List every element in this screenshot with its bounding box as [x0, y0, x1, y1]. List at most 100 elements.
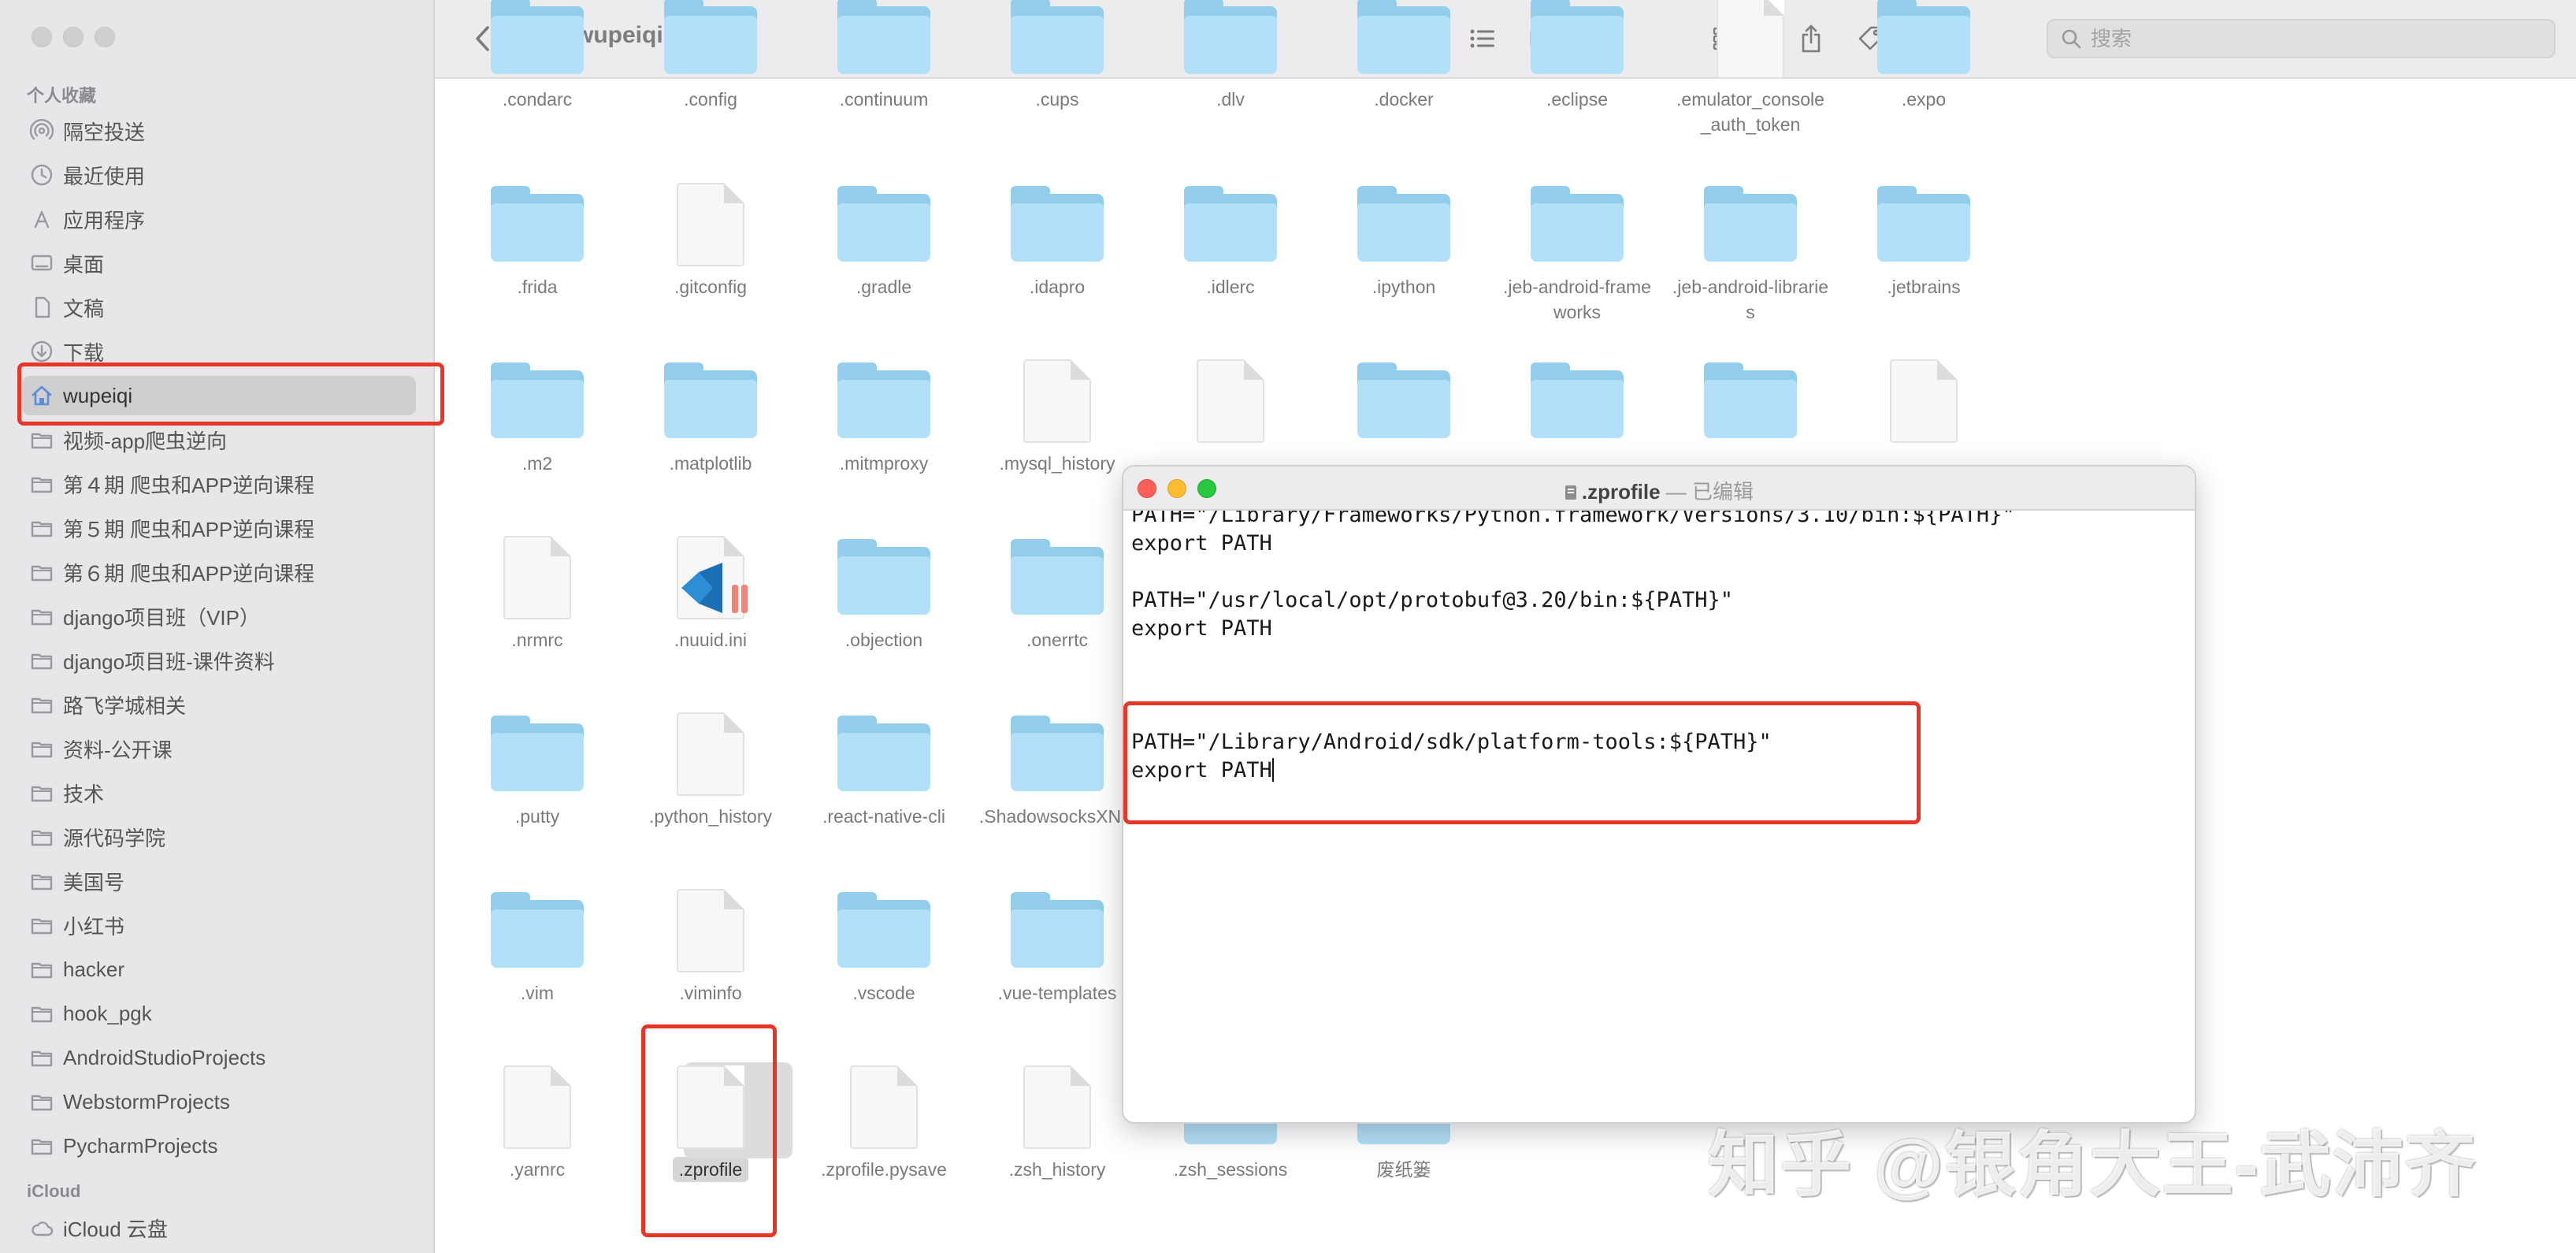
file-item[interactable]: .nrmrc	[458, 533, 616, 653]
sidebar-item[interactable]: 技术	[22, 773, 416, 812]
file-item[interactable]: .nuuid.ini	[632, 533, 789, 653]
file-item[interactable]: .mysql_history	[978, 356, 1136, 476]
folder-item[interactable]: .matplotlib	[632, 356, 789, 476]
folder-item[interactable]: .vscode	[805, 886, 963, 1006]
folder-item[interactable]: .dlv	[1152, 0, 1309, 112]
folder-icon	[30, 737, 54, 760]
sidebar-item[interactable]: 资料-公开课	[22, 729, 416, 768]
folder-item[interactable]: .vue-templates	[978, 886, 1136, 1006]
folder-item[interactable]: .ShadowsocksXNG	[978, 709, 1136, 829]
sidebar-item[interactable]: 美国号	[22, 861, 416, 901]
file-item[interactable]: .zsh_history	[978, 1062, 1136, 1182]
search-input[interactable]	[2089, 25, 2533, 52]
sidebar-item[interactable]: 第４期 爬虫和APP逆向课程	[22, 464, 416, 504]
file-item[interactable]: .viminfo	[632, 886, 789, 1006]
folder-icon	[1873, 180, 1975, 268]
file-name-label: .expo	[1845, 87, 2003, 112]
sidebar-item[interactable]: 小红书	[22, 905, 416, 945]
file-name-text: .dlv	[1216, 89, 1245, 110]
zoom-button[interactable]	[95, 27, 115, 47]
folder-icon	[30, 693, 54, 716]
folder-item[interactable]: .config	[632, 0, 789, 112]
file-name-text: .jeb-android-libraries	[1672, 277, 1829, 322]
folder-item[interactable]: .jetbrains	[1845, 180, 2003, 299]
file-name-text: .putty	[514, 806, 560, 827]
sidebar-item[interactable]: hook_pgk	[22, 994, 416, 1033]
folder-item[interactable]: .jeb-android-libraries	[1672, 180, 1829, 325]
folder-item[interactable]: .vim	[458, 886, 616, 1006]
sidebar-item[interactable]: hacker	[22, 950, 416, 989]
folder-item[interactable]: .docker	[1325, 0, 1483, 112]
folder-item[interactable]	[1325, 356, 1483, 444]
sidebar-item[interactable]: 应用程序	[22, 199, 416, 239]
file-item[interactable]: .python_history	[632, 709, 789, 829]
sidebar-item[interactable]: django项目班（VIP）	[22, 597, 416, 636]
close-button[interactable]	[32, 27, 52, 47]
file-name-text: .objection	[844, 630, 923, 650]
sidebar-item[interactable]: 最近使用	[22, 155, 416, 195]
folder-item[interactable]: .onerrtc	[978, 533, 1136, 653]
folder-item[interactable]: .condarc	[458, 0, 616, 112]
search-field[interactable]	[2047, 19, 2556, 58]
sidebar-item[interactable]: AndroidStudioProjects	[22, 1038, 416, 1077]
sidebar-item[interactable]: django项目班-课件资料	[22, 641, 416, 680]
sidebar-item-label: AndroidStudioProjects	[63, 1045, 266, 1069]
folder-item[interactable]: .objection	[805, 533, 963, 653]
file-item[interactable]: .yarnrc	[458, 1062, 616, 1182]
sidebar-item[interactable]: 文稿	[22, 288, 416, 327]
folder-icon	[30, 1134, 54, 1158]
folder-icon	[1179, 180, 1282, 268]
file-name-label: .zprofile.pysave	[805, 1157, 963, 1182]
folder-item[interactable]: .gradle	[805, 180, 963, 299]
folder-item[interactable]: .m2	[458, 356, 616, 476]
sidebar-item-label: 第５期 爬虫和APP逆向课程	[63, 517, 315, 541]
file-name-text: .mitmproxy	[839, 453, 929, 474]
sidebar-item[interactable]: 桌面	[22, 244, 416, 283]
folder-icon	[1699, 180, 1802, 268]
minimize-button[interactable]	[63, 27, 84, 47]
sidebar-item[interactable]: 源代码学院	[22, 817, 416, 857]
sidebar-item[interactable]: WebstormProjects	[22, 1082, 416, 1121]
sidebar-item[interactable]: 第６期 爬虫和APP逆向课程	[22, 552, 416, 592]
folder-item[interactable]: .react-native-cli	[805, 709, 963, 829]
cloud-icon	[30, 1216, 54, 1240]
file-name-label: .gradle	[805, 274, 963, 299]
document-icon	[486, 533, 588, 621]
sidebar-item-label: 视频-app爬虫逆向	[63, 429, 228, 453]
sidebar-item[interactable]: 视频-app爬虫逆向	[22, 420, 416, 459]
folder-item[interactable]: .jeb-android-frameworks	[1498, 180, 1656, 325]
folder-item[interactable]: .putty	[458, 709, 616, 829]
file-item[interactable]: .emulator_console_auth_token	[1672, 0, 1829, 137]
sidebar-item-icloud[interactable]: iCloud 云盘	[22, 1208, 416, 1247]
file-name-label: .emulator_console_auth_token	[1672, 87, 1829, 137]
folder-item[interactable]	[1498, 356, 1656, 444]
airdrop-icon	[30, 119, 54, 143]
folder-item[interactable]: .idlerc	[1152, 180, 1309, 299]
file-item[interactable]	[1152, 356, 1309, 444]
folder-item[interactable]: .cups	[978, 0, 1136, 112]
sidebar-item[interactable]: PycharmProjects	[22, 1126, 416, 1166]
folder-item[interactable]	[1672, 356, 1829, 444]
folder-icon	[30, 649, 54, 672]
file-item[interactable]	[1845, 356, 2003, 444]
folder-icon	[30, 604, 54, 628]
folder-item[interactable]: .eclipse	[1498, 0, 1656, 112]
sidebar-item[interactable]: 第５期 爬虫和APP逆向课程	[22, 508, 416, 548]
file-item[interactable]: .gitconfig	[632, 180, 789, 299]
file-name-label: .vim	[458, 980, 616, 1006]
folder-icon	[30, 825, 54, 849]
file-name-label: .dlv	[1152, 87, 1309, 112]
sidebar-item-label: 桌面	[63, 252, 105, 277]
sidebar-item[interactable]: 路飞学城相关	[22, 685, 416, 724]
folder-item[interactable]: .frida	[458, 180, 616, 299]
folder-item[interactable]: .ipython	[1325, 180, 1483, 299]
folder-item[interactable]: .continuum	[805, 0, 963, 112]
document-icon	[1006, 1062, 1108, 1151]
sidebar-item-label: 应用程序	[63, 208, 146, 232]
folder-item[interactable]: .idapro	[978, 180, 1136, 299]
file-item[interactable]: .zprofile.pysave	[805, 1062, 963, 1182]
folder-item[interactable]: .expo	[1845, 0, 2003, 112]
folder-item[interactable]: .mitmproxy	[805, 356, 963, 476]
sidebar-item[interactable]: 隔空投送	[22, 111, 416, 151]
file-name-label: .m2	[458, 451, 616, 476]
